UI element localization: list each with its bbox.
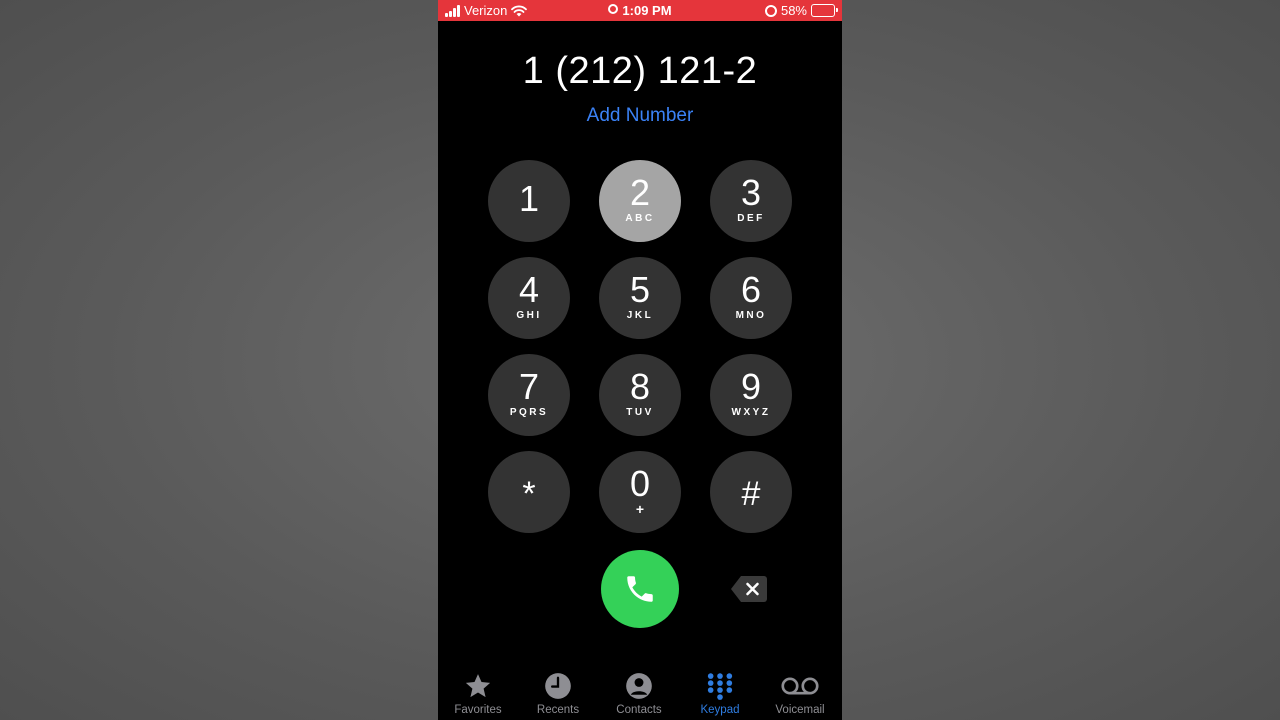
tab-recents[interactable]: Recents <box>518 672 598 716</box>
orientation-lock-icon <box>764 4 777 17</box>
phone-screen: Verizon 1:09 PM 58% 1 (212) 121-2 Add Nu… <box>438 0 842 720</box>
add-number-link[interactable]: Add Number <box>438 105 842 127</box>
key-4[interactable]: 4 GHI <box>488 257 570 339</box>
voicemail-icon <box>781 677 819 695</box>
key-digit: 4 <box>518 269 540 310</box>
tab-label: Keypad <box>700 704 740 716</box>
battery-percent: 58% <box>780 3 807 18</box>
star-icon <box>465 674 491 698</box>
key-9[interactable]: 9 WXYZ <box>710 354 792 436</box>
tab-label: Voicemail <box>775 704 825 716</box>
key-5[interactable]: 5 JKL <box>599 257 681 339</box>
key-letters: WXYZ <box>731 407 771 418</box>
key-digit: 9 <box>740 366 762 407</box>
tab-bar: Favorites Recents Contacts Keypad Voicem… <box>438 664 842 720</box>
tab-label: Favorites <box>454 704 502 716</box>
status-time: 1:09 PM <box>622 3 672 18</box>
key-2[interactable]: 2 ABC <box>599 160 681 242</box>
key-digit: 5 <box>629 269 651 310</box>
call-button[interactable] <box>601 550 679 628</box>
key-0[interactable]: 0 + <box>599 451 681 533</box>
phone-icon <box>627 576 653 602</box>
tab-keypad[interactable]: Keypad <box>680 672 760 716</box>
key-digit: 2 <box>629 172 651 213</box>
key-letters: JKL <box>626 310 654 321</box>
key-8[interactable]: 8 TUV <box>599 354 681 436</box>
key-letters: GHI <box>516 310 542 321</box>
recording-indicator-icon <box>608 4 619 14</box>
key-digit: 1 <box>518 178 540 219</box>
key-letters: DEF <box>737 213 765 224</box>
key-7[interactable]: 7 PQRS <box>488 354 570 436</box>
keypad-grid-icon <box>707 673 733 700</box>
key-letters: MNO <box>735 310 767 321</box>
key-digit: # <box>741 475 761 513</box>
clock-icon <box>545 673 571 699</box>
tab-favorites[interactable]: Favorites <box>438 672 518 716</box>
person-circle-icon <box>626 673 652 699</box>
key-letters: TUV <box>626 407 654 418</box>
key-hash[interactable]: # <box>710 451 792 533</box>
tab-contacts[interactable]: Contacts <box>599 672 679 716</box>
key-6[interactable]: 6 MNO <box>710 257 792 339</box>
key-digit: 6 <box>740 269 762 310</box>
key-digit: 0 <box>629 463 651 504</box>
status-right: 58% <box>764 3 838 18</box>
key-digit: 3 <box>740 172 762 213</box>
dialed-number: 1 (212) 121-2 <box>522 50 758 92</box>
key-digit: * <box>522 475 536 513</box>
tab-voicemail[interactable]: Voicemail <box>760 672 840 716</box>
key-1[interactable]: 1 <box>488 160 570 242</box>
status-bar: Verizon 1:09 PM 58% <box>438 0 842 21</box>
key-letters: ABC <box>625 213 655 224</box>
key-digit: 7 <box>518 366 540 407</box>
battery-icon <box>811 4 838 17</box>
key-letters: PQRS <box>509 407 549 418</box>
key-star[interactable]: * <box>488 451 570 533</box>
key-letters: + <box>635 501 645 517</box>
tab-label: Recents <box>536 704 580 716</box>
key-3[interactable]: 3 DEF <box>710 160 792 242</box>
tab-label: Contacts <box>616 704 662 716</box>
backspace-icon[interactable] <box>730 575 768 603</box>
key-digit: 8 <box>629 366 651 407</box>
